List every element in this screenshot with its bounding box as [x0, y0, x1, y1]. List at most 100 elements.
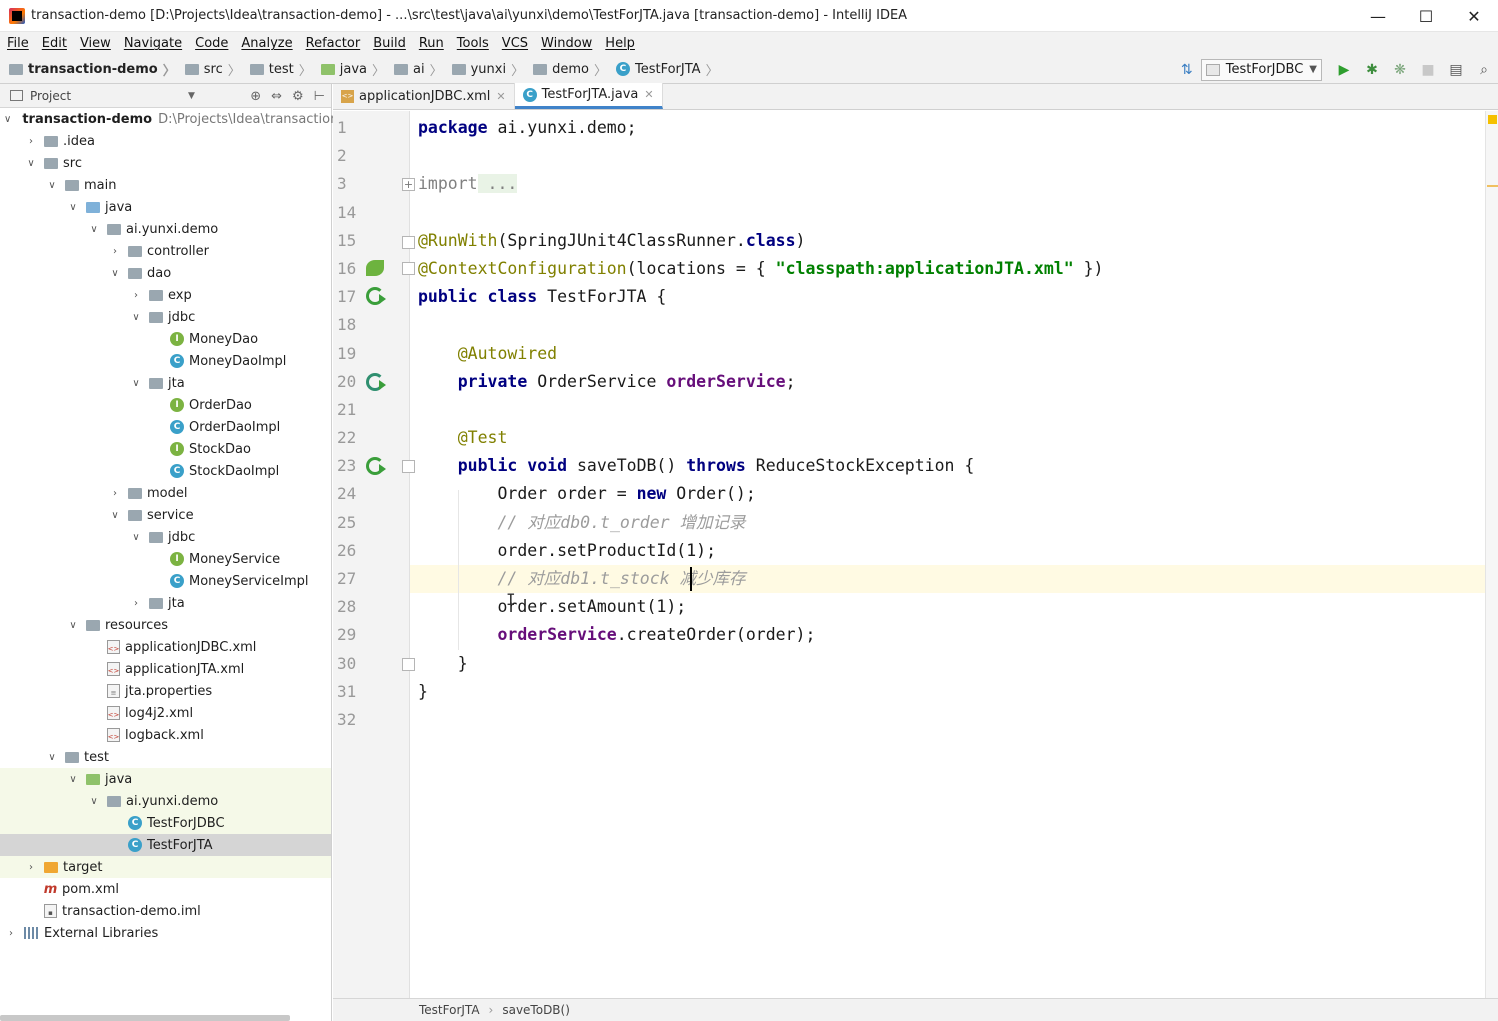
tree-item-jta-properties[interactable]: ≡ jta.properties — [0, 680, 331, 702]
tree-item-moneyserviceimpl[interactable]: C MoneyServiceImpl — [0, 570, 331, 592]
project-structure-icon[interactable]: ▤ — [1442, 59, 1470, 81]
tree-item-exp[interactable]: › exp — [0, 284, 331, 306]
menu-edit[interactable]: Edit — [35, 36, 73, 51]
tree-item-applicationjdbc[interactable]: <> applicationJDBC.xml — [0, 636, 331, 658]
code-text: .createOrder(order); — [616, 625, 816, 645]
minimize-button[interactable]: — — [1354, 0, 1402, 32]
dropdown-arrow-icon[interactable]: ▼ — [188, 91, 195, 101]
breadcrumb-testforjta[interactable]: C TestForJTA 〉 — [607, 60, 719, 79]
tree-item-stockdao[interactable]: I StockDao — [0, 438, 331, 460]
tree-item-service[interactable]: ∨ service — [0, 504, 331, 526]
tree-item-moneydao[interactable]: I MoneyDao — [0, 328, 331, 350]
search-icon[interactable]: ⌕ — [1470, 59, 1498, 81]
menu-analyze[interactable]: Analyze — [234, 36, 298, 51]
footer-crumb-class[interactable]: TestForJTA — [419, 1003, 480, 1017]
horizontal-scrollbar[interactable] — [0, 1015, 290, 1021]
breadcrumb-demo[interactable]: demo 〉 — [524, 60, 607, 79]
tree-item-pom[interactable]: m pom.xml — [0, 878, 331, 900]
project-panel-title[interactable]: Project — [30, 89, 71, 103]
breadcrumb-ai[interactable]: ai 〉 — [385, 60, 443, 79]
tree-item-package[interactable]: ∨ ai.yunxi.demo — [0, 218, 331, 240]
locate-icon[interactable]: ⊕ — [250, 89, 261, 104]
footer-crumb-method[interactable]: saveToDB() — [502, 1003, 570, 1017]
error-stripe[interactable] — [1485, 111, 1498, 998]
maximize-button[interactable]: ☐ — [1402, 0, 1450, 32]
menu-view[interactable]: View — [73, 36, 117, 51]
tree-item-test-java[interactable]: ∨ java — [0, 768, 331, 790]
fold-expand-icon[interactable]: + — [402, 178, 415, 191]
tree-item-src[interactable]: ∨ src — [0, 152, 331, 174]
gear-icon[interactable]: ⚙ — [292, 89, 304, 104]
tab-testforjta-java[interactable]: C TestForJTA.java ✕ — [514, 83, 663, 109]
folder-icon — [184, 63, 199, 75]
spring-bean-icon[interactable] — [366, 260, 384, 276]
menu-file[interactable]: File — [0, 36, 35, 51]
tree-item-root[interactable]: ∨ transaction-demo D:\Projects\Idea\tran… — [0, 108, 338, 130]
tree-item-test-package[interactable]: ∨ ai.yunxi.demo — [0, 790, 331, 812]
hide-panel-icon[interactable]: ⊢ — [314, 89, 325, 104]
menu-navigate[interactable]: Navigate — [117, 36, 188, 51]
run-configuration-selector[interactable]: TestForJDBC ▼ — [1200, 58, 1322, 81]
breadcrumb-yunxi[interactable]: yunxi 〉 — [443, 60, 524, 79]
warning-marker[interactable] — [1487, 185, 1498, 187]
menu-refactor[interactable]: Refactor — [299, 36, 367, 51]
run-icon[interactable]: ▶ — [1330, 59, 1358, 81]
tree-item-applicationjta[interactable]: <> applicationJTA.xml — [0, 658, 331, 680]
breadcrumb-project[interactable]: transaction-demo 〉 — [0, 60, 176, 79]
window-title: transaction-demo [D:\Projects\Idea\trans… — [31, 8, 908, 23]
tree-item-moneydaoimpl[interactable]: C MoneyDaoImpl — [0, 350, 331, 372]
tree-item-testforjdbc[interactable]: C TestForJDBC — [0, 812, 331, 834]
tree-item-service-jta[interactable]: › jta — [0, 592, 331, 614]
fold-collapse-icon[interactable] — [402, 658, 415, 671]
breadcrumb-java[interactable]: java 〉 — [312, 60, 385, 79]
fold-collapse-icon[interactable] — [402, 262, 415, 275]
close-tab-icon[interactable]: ✕ — [644, 88, 653, 101]
folder-icon — [65, 179, 79, 191]
stop-icon[interactable]: ■ — [1414, 59, 1442, 81]
breadcrumb-src[interactable]: src 〉 — [176, 60, 241, 79]
tree-item-test[interactable]: ∨ test — [0, 746, 331, 768]
tree-item-log4j2[interactable]: <> log4j2.xml — [0, 702, 331, 724]
tree-item-resources[interactable]: ∨ resources — [0, 614, 331, 636]
tree-item-orderdaoimpl[interactable]: C OrderDaoImpl — [0, 416, 331, 438]
menu-build[interactable]: Build — [366, 36, 412, 51]
fold-collapse-icon[interactable] — [402, 236, 415, 249]
tree-item-dao[interactable]: ∨ dao — [0, 262, 331, 284]
tree-item-moneyservice[interactable]: I MoneyService — [0, 548, 331, 570]
close-tab-icon[interactable]: ✕ — [496, 90, 505, 103]
run-test-class-icon[interactable] — [366, 287, 386, 305]
tree-item-dao-jdbc[interactable]: ∨ jdbc — [0, 306, 331, 328]
sort-arrows-icon[interactable]: ⇅ — [1173, 59, 1201, 81]
tree-item-external-libraries[interactable]: › External Libraries — [0, 922, 331, 944]
tree-item-stockdaoimpl[interactable]: C StockDaoImpl — [0, 460, 331, 482]
tree-item-testforjta[interactable]: C TestForJTA — [0, 834, 331, 856]
inspection-status-icon[interactable] — [1488, 115, 1497, 124]
menu-vcs[interactable]: VCS — [495, 36, 534, 51]
tab-applicationjdbc-xml[interactable]: <> applicationJDBC.xml ✕ — [333, 83, 515, 109]
tree-item-logback[interactable]: <> logback.xml — [0, 724, 331, 746]
close-button[interactable]: ✕ — [1450, 0, 1498, 32]
menu-code[interactable]: Code — [188, 36, 234, 51]
menu-tools[interactable]: Tools — [450, 36, 495, 51]
debug-icon[interactable]: ✱ — [1358, 59, 1386, 81]
collapse-all-icon[interactable]: ⇔ — [271, 89, 282, 104]
menu-run[interactable]: Run — [412, 36, 450, 51]
tree-item-target[interactable]: › target — [0, 856, 331, 878]
tree-item-service-jdbc[interactable]: ∨ jdbc — [0, 526, 331, 548]
tree-item-iml[interactable]: ▪ transaction-demo.iml — [0, 900, 331, 922]
menu-help[interactable]: Help — [598, 36, 641, 51]
tree-item-java[interactable]: ∨ java — [0, 196, 331, 218]
fold-collapse-icon[interactable] — [402, 460, 415, 473]
tree-item-controller[interactable]: › controller — [0, 240, 331, 262]
tree-item-main[interactable]: ∨ main — [0, 174, 331, 196]
tree-item-idea[interactable]: › .idea — [0, 130, 331, 152]
autowired-navigate-icon[interactable] — [366, 373, 386, 391]
run-test-method-icon[interactable] — [366, 457, 386, 475]
menu-window[interactable]: Window — [534, 36, 598, 51]
tree-item-orderdao[interactable]: I OrderDao — [0, 394, 331, 416]
tree-item-model[interactable]: › model — [0, 482, 331, 504]
tree-item-dao-jta[interactable]: ∨ jta — [0, 372, 331, 394]
breadcrumb-test[interactable]: test 〉 — [241, 60, 312, 79]
folded-imports[interactable]: ... — [477, 174, 518, 194]
coverage-icon[interactable]: ❋ — [1386, 59, 1414, 81]
